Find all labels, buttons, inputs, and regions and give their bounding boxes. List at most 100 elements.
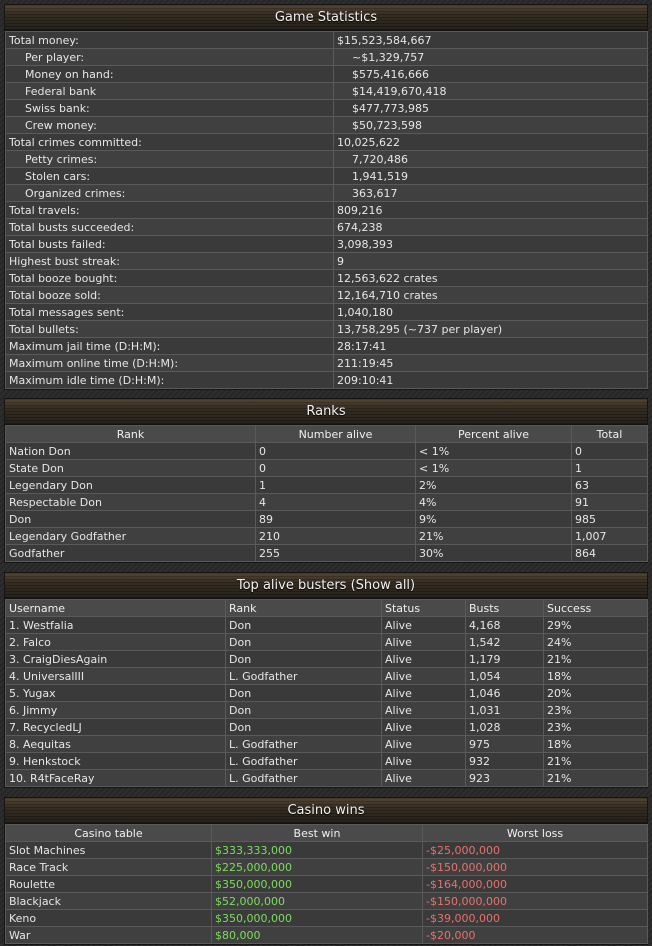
rank-cell-1: 1 xyxy=(255,476,416,494)
stat-value: 28:17:41 xyxy=(333,337,648,355)
buster-row: 6. Jimmy Don Alive 1,031 23% xyxy=(5,701,648,719)
buster-cell-1: Don xyxy=(225,701,382,719)
buster-cell-0[interactable]: 7. RecycledLJ xyxy=(5,718,226,736)
game-statistics-table: Total money: $15,523,584,667 Per player: ~$… xyxy=(5,31,648,389)
stat-value: 674,238 xyxy=(333,218,648,236)
buster-cell-4: 24% xyxy=(543,633,648,651)
buster-cell-4: 20% xyxy=(543,684,648,702)
buster-cell-0[interactable]: 5. Yugax xyxy=(5,684,226,702)
stat-value: 1,040,180 xyxy=(333,303,648,321)
stat-value: $50,723,598 xyxy=(333,116,648,134)
casino-cell-2: -$20,000 xyxy=(422,926,648,944)
buster-cell-0[interactable]: 8. Aequitas xyxy=(5,735,226,753)
buster-cell-1: Don xyxy=(225,650,382,668)
casino-cell-2: -$150,000,000 xyxy=(422,892,648,910)
rank-cell-0: State Don xyxy=(5,459,256,477)
stat-row: Total busts failed: 3,098,393 xyxy=(5,235,648,253)
buster-row: 7. RecycledLJ Don Alive 1,028 23% xyxy=(5,718,648,736)
stat-label: Stolen cars: xyxy=(5,167,334,185)
stat-row: Total bullets: 13,758,295 (~737 per playe… xyxy=(5,320,648,338)
stat-row: Total booze bought: 12,563,622 crates xyxy=(5,269,648,287)
rank-cell-1: 89 xyxy=(255,510,416,528)
rank-cell-3: 985 xyxy=(571,510,648,528)
buster-cell-0[interactable]: 3. CraigDiesAgain xyxy=(5,650,226,668)
stat-row: Total travels: 809,216 xyxy=(5,201,648,219)
buster-header-0: Username xyxy=(5,599,226,617)
stat-label: Maximum jail time (D:H:M): xyxy=(5,337,334,355)
buster-header-4: Success xyxy=(543,599,648,617)
casino-cell-1: $225,000,000 xyxy=(211,858,423,876)
rank-cell-0: Nation Don xyxy=(5,442,256,460)
rank-cell-3: 864 xyxy=(571,544,648,562)
buster-cell-4: 23% xyxy=(543,718,648,736)
rank-cell-1: 255 xyxy=(255,544,416,562)
casino-wins-table: Casino table Best win Worst loss Slot Mach… xyxy=(5,824,648,944)
ranks-panel: Ranks Rank Number alive Percent alive Total… xyxy=(4,398,648,563)
buster-cell-0[interactable]: 2. Falco xyxy=(5,633,226,651)
stat-label: Petty crimes: xyxy=(5,150,334,168)
buster-cell-1: L. Godfather xyxy=(225,735,382,753)
stat-label: Total booze sold: xyxy=(5,286,334,304)
buster-cell-1: L. Godfather xyxy=(225,769,382,787)
buster-row: 2. Falco Don Alive 1,542 24% xyxy=(5,633,648,651)
buster-cell-1: Don xyxy=(225,718,382,736)
stat-row: Total booze sold: 12,164,710 crates xyxy=(5,286,648,304)
buster-cell-3: 1,031 xyxy=(465,701,544,719)
buster-cell-0[interactable]: 6. Jimmy xyxy=(5,701,226,719)
rank-cell-3: 1 xyxy=(571,459,648,477)
casino-row: Roulette $350,000,000 -$164,000,000 xyxy=(5,875,648,893)
buster-cell-1: L. Godfather xyxy=(225,667,382,685)
rank-header-2: Percent alive xyxy=(415,425,572,443)
stat-row: Petty crimes: 7,720,486 xyxy=(5,150,648,168)
buster-cell-2: Alive xyxy=(381,650,466,668)
stat-row: Federal bank $14,419,670,418 xyxy=(5,82,648,100)
rank-row: Nation Don 0 < 1% 0 xyxy=(5,442,648,460)
stat-value: $15,523,584,667 xyxy=(333,31,648,49)
ranks-table: Rank Number alive Percent alive Total Natio… xyxy=(5,425,648,562)
stat-value: 10,025,622 xyxy=(333,133,648,151)
casino-cell-0: Blackjack xyxy=(5,892,212,910)
buster-cell-0[interactable]: 10. R4tFaceRay xyxy=(5,769,226,787)
casino-cell-0: Roulette xyxy=(5,875,212,893)
buster-row: 3. CraigDiesAgain Don Alive 1,179 21% xyxy=(5,650,648,668)
stat-row: Per player: ~$1,329,757 xyxy=(5,48,648,66)
stat-value: 1,941,519 xyxy=(333,167,648,185)
stat-value: 12,563,622 crates xyxy=(333,269,648,287)
buster-row: 5. Yugax Don Alive 1,046 20% xyxy=(5,684,648,702)
stat-value: 809,216 xyxy=(333,201,648,219)
stat-label: Total money: xyxy=(5,31,334,49)
rank-cell-0: Don xyxy=(5,510,256,528)
top-busters-title[interactable]: Top alive busters (Show all) xyxy=(5,573,647,599)
rank-cell-3: 63 xyxy=(571,476,648,494)
buster-cell-0[interactable]: 4. UniversalIII xyxy=(5,667,226,685)
buster-cell-4: 21% xyxy=(543,752,648,770)
casino-row: War $80,000 -$20,000 xyxy=(5,926,648,944)
rank-cell-2: 30% xyxy=(415,544,572,562)
casino-cell-2: -$25,000,000 xyxy=(422,841,648,859)
stat-label: Total bullets: xyxy=(5,320,334,338)
casino-header-1: Best win xyxy=(211,824,423,842)
game-statistics-title: Game Statistics xyxy=(5,5,647,31)
buster-row: 9. Henkstock L. Godfather Alive 932 21% xyxy=(5,752,648,770)
stat-value: 211:19:45 xyxy=(333,354,648,372)
stat-value: $575,416,666 xyxy=(333,65,648,83)
stat-label: Organized crimes: xyxy=(5,184,334,202)
rank-cell-2: 2% xyxy=(415,476,572,494)
stat-label: Total busts succeeded: xyxy=(5,218,334,236)
rank-cell-3: 1,007 xyxy=(571,527,648,545)
rank-cell-1: 0 xyxy=(255,459,416,477)
casino-header-2: Worst loss xyxy=(422,824,648,842)
stat-row: Maximum idle time (D:H:M): 209:10:41 xyxy=(5,371,648,389)
casino-cell-0: Race Track xyxy=(5,858,212,876)
buster-cell-0[interactable]: 9. Henkstock xyxy=(5,752,226,770)
buster-cell-3: 1,028 xyxy=(465,718,544,736)
casino-cell-1: $350,000,000 xyxy=(211,909,423,927)
rank-cell-2: < 1% xyxy=(415,459,572,477)
stat-value: $14,419,670,418 xyxy=(333,82,648,100)
buster-cell-0[interactable]: 1. Westfalia xyxy=(5,616,226,634)
stat-label: Total crimes committed: xyxy=(5,133,334,151)
stat-label: Money on hand: xyxy=(5,65,334,83)
stat-value: $477,773,985 xyxy=(333,99,648,117)
casino-cell-1: $350,000,000 xyxy=(211,875,423,893)
stat-value: 9 xyxy=(333,252,648,270)
